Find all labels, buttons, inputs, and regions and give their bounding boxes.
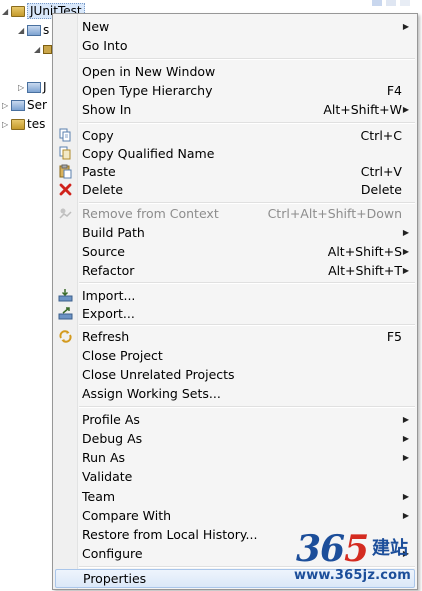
menu-item-show-in[interactable]: Show In Alt+Shift+W ▶: [55, 100, 415, 119]
menu-separator: [79, 122, 415, 124]
toolbar-fragment: [386, 0, 396, 6]
copy-icon: [59, 128, 71, 142]
menu-item-import[interactable]: Import...: [55, 286, 415, 305]
menu-item-copy-qualified-name[interactable]: Copy Qualified Name: [55, 144, 415, 163]
menu-item-debug-as[interactable]: Debug As ▶: [55, 429, 415, 448]
submenu-arrow-icon: ▶: [402, 415, 409, 424]
shortcut-label: Ctrl+C: [360, 128, 402, 143]
tree-row-package[interactable]: ◢: [34, 41, 54, 57]
shortcut-label: Alt+Shift+T: [328, 263, 402, 278]
shortcut-label: Delete: [360, 182, 402, 197]
expand-arrow-icon[interactable]: ▷: [18, 80, 27, 96]
remove-from-context-icon: [59, 208, 72, 219]
submenu-arrow-icon: ▶: [402, 105, 409, 114]
shortcut-label: Ctrl+V: [360, 164, 402, 179]
menu-item-remove-from-context[interactable]: Remove from Context Ctrl+Alt+Shift+Down: [55, 204, 415, 223]
menu-item-build-path[interactable]: Build Path ▶: [55, 223, 415, 242]
menu-item-team[interactable]: Team ▶: [55, 487, 415, 506]
shortcut-label: Alt+Shift+S: [327, 244, 402, 259]
package-icon: [43, 45, 52, 54]
context-menu: New ▶ Go Into Open in New Window Open Ty…: [52, 13, 418, 590]
menu-item-run-as[interactable]: Run As ▶: [55, 448, 415, 467]
watermark-number: 365: [296, 528, 369, 570]
tree-row-tes[interactable]: ▷ tes: [2, 116, 45, 132]
menu-separator: [79, 58, 415, 60]
library-icon: [27, 82, 41, 93]
tree-tes-label: tes: [27, 117, 46, 131]
paste-icon: [59, 164, 72, 179]
refresh-icon: [59, 330, 72, 343]
shortcut-label: Ctrl+Alt+Shift+Down: [267, 206, 402, 221]
menu-item-new[interactable]: New ▶: [55, 17, 415, 36]
copy-qualified-name-icon: [59, 146, 71, 160]
collapse-arrow-icon[interactable]: ◢: [18, 23, 27, 39]
toolbar-fragment: [372, 0, 382, 6]
export-icon: [58, 307, 73, 320]
source-folder-icon: [27, 25, 41, 36]
shortcut-label: F5: [386, 329, 402, 344]
delete-icon: [59, 183, 72, 196]
menu-item-validate[interactable]: Validate: [55, 467, 415, 486]
submenu-arrow-icon: ▶: [402, 511, 409, 520]
screenshot-canvas: ◢ JUnitTest ◢ s ◢ ▷ J ▷ Ser ▷ tes New ▶ Go In…: [0, 0, 422, 591]
submenu-arrow-icon: ▶: [402, 266, 409, 275]
submenu-arrow-icon: ▶: [402, 492, 409, 501]
menu-item-copy[interactable]: Copy Ctrl+C: [55, 126, 415, 145]
shortcut-label: Alt+Shift+W: [323, 102, 402, 117]
java-project-icon: [11, 119, 25, 130]
menu-item-go-into[interactable]: Go Into: [55, 36, 415, 55]
watermark-logo: 365 建站 www.365jz.com: [292, 530, 420, 588]
java-project-icon: [11, 6, 25, 17]
expand-arrow-icon[interactable]: ▷: [2, 117, 11, 133]
menu-item-profile-as[interactable]: Profile As ▶: [55, 410, 415, 429]
watermark-url: www.365jz.com: [294, 568, 412, 583]
menu-item-close-unrelated-projects[interactable]: Close Unrelated Projects: [55, 365, 415, 384]
tree-row-ser[interactable]: ▷ Ser: [2, 97, 47, 113]
collapse-arrow-icon[interactable]: ◢: [34, 42, 43, 58]
import-icon: [58, 289, 73, 302]
folder-icon: [11, 100, 25, 111]
menu-item-open-in-new-window[interactable]: Open in New Window: [55, 62, 415, 81]
tree-row-src[interactable]: ◢ s: [18, 22, 49, 38]
menu-item-delete[interactable]: Delete Delete: [55, 180, 415, 199]
submenu-arrow-icon: ▶: [402, 434, 409, 443]
menu-item-close-project[interactable]: Close Project: [55, 346, 415, 365]
menu-item-refresh[interactable]: Refresh F5: [55, 327, 415, 346]
submenu-arrow-icon: ▶: [402, 22, 409, 31]
submenu-arrow-icon: ▶: [402, 228, 409, 237]
toolbar-fragment: [400, 0, 410, 6]
shortcut-label: F4: [386, 83, 402, 98]
submenu-arrow-icon: ▶: [402, 453, 409, 462]
expand-arrow-icon[interactable]: ▷: [2, 98, 11, 114]
submenu-arrow-icon: ▶: [402, 247, 409, 256]
menu-item-refactor[interactable]: Refactor Alt+Shift+T ▶: [55, 261, 415, 280]
menu-separator: [79, 406, 415, 408]
tree-src-label: s: [43, 23, 50, 37]
collapse-arrow-icon[interactable]: ◢: [2, 4, 11, 20]
menu-separator: [79, 282, 415, 284]
menu-item-compare-with[interactable]: Compare With ▶: [55, 506, 415, 525]
tree-ser-label: Ser: [27, 98, 47, 112]
tree-jre-label: J: [43, 80, 47, 94]
menu-item-export[interactable]: Export...: [55, 304, 415, 323]
menu-item-source[interactable]: Source Alt+Shift+S ▶: [55, 242, 415, 261]
watermark-chinese-text: 建站: [372, 538, 408, 559]
package-explorer-tree: ◢ JUnitTest ◢ s ◢ ▷ J ▷ Ser ▷ tes: [0, 0, 85, 200]
menu-item-paste[interactable]: Paste Ctrl+V: [55, 162, 415, 181]
menu-item-open-type-hierarchy[interactable]: Open Type Hierarchy F4: [55, 81, 415, 100]
menu-item-assign-working-sets[interactable]: Assign Working Sets...: [55, 384, 415, 403]
menu-separator: [79, 324, 415, 326]
tree-row-jre[interactable]: ▷ J: [18, 79, 47, 95]
